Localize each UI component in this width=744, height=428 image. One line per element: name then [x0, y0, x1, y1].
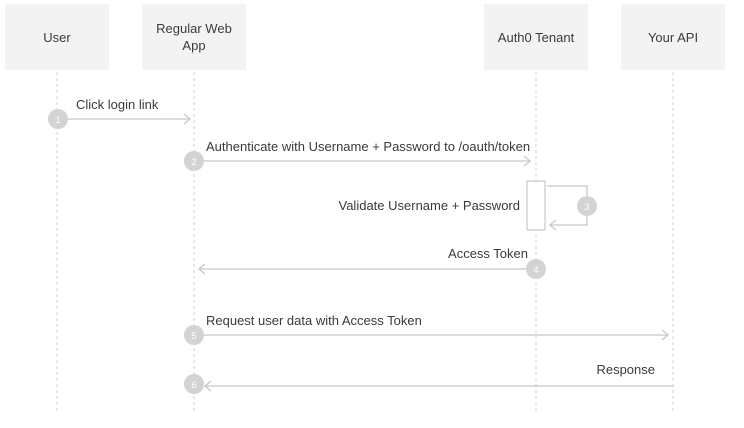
step-badge-6-number: 6 [191, 380, 196, 391]
message-label-4: Access Token [448, 246, 528, 261]
activation-box-auth0 [526, 180, 546, 231]
step-badge-1-number: 1 [55, 115, 60, 126]
step-badge-5: 5 [184, 325, 204, 345]
message-arrow-5 [194, 329, 670, 341]
message-arrow-1 [57, 113, 192, 125]
message-label-2: Authenticate with Username + Password to… [206, 139, 531, 154]
step-badge-4-number: 4 [533, 265, 538, 276]
step-badge-6: 6 [184, 374, 204, 394]
message-label-5: Request user data with Access Token [206, 313, 422, 328]
message-arrow-4 [197, 263, 536, 275]
step-badge-4: 4 [526, 259, 546, 279]
step-badge-2-number: 2 [191, 157, 196, 168]
message-arrow-6 [203, 380, 673, 392]
step-badge-3-number: 3 [584, 202, 589, 213]
message-label-1: Click login link [76, 97, 159, 112]
message-arrow-2 [194, 155, 532, 167]
step-badge-3: 3 [577, 196, 597, 216]
step-badge-5-number: 5 [191, 331, 196, 342]
step-badge-1: 1 [48, 109, 68, 129]
message-label-6: Response [596, 362, 655, 377]
step-badge-2: 2 [184, 151, 204, 171]
message-label-3: Validate Username + Password [338, 198, 521, 213]
